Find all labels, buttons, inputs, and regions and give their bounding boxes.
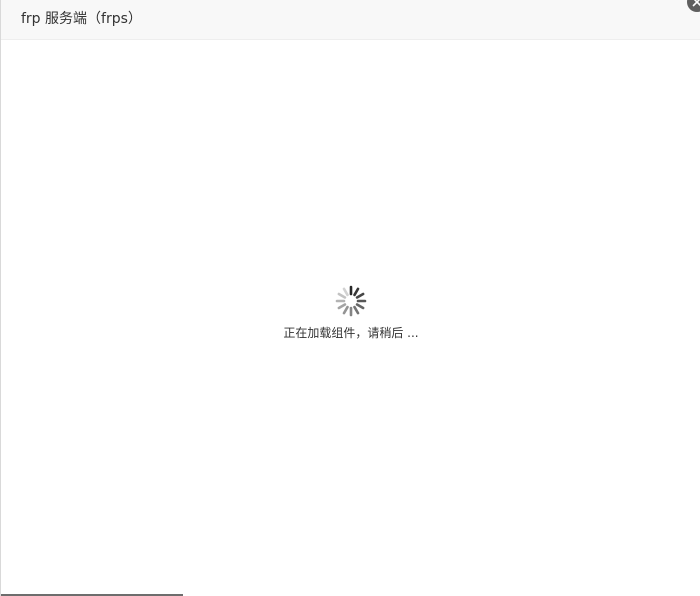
loading-indicator: 正在加载组件，请稍后 ...: [1, 284, 700, 341]
spinner-spoke: [353, 287, 360, 297]
dialog-window: frp 服务端（frps） 正在加载组件，请稍后 ...: [0, 0, 700, 596]
dialog-header: frp 服务端（frps）: [1, 0, 700, 40]
spinner-spoke: [337, 303, 347, 310]
close-icon: [692, 0, 700, 7]
spinner-spoke: [355, 303, 365, 310]
dialog-title: frp 服务端（frps）: [21, 11, 142, 27]
spinner-spoke: [342, 305, 349, 315]
spinner-spoke: [353, 305, 360, 315]
spinner-spoke: [355, 292, 365, 299]
spinner-spoke: [337, 292, 347, 299]
loading-message: 正在加载组件，请稍后 ...: [283, 326, 419, 340]
spinner-spoke: [342, 287, 349, 297]
spinner-icon: [335, 285, 367, 317]
